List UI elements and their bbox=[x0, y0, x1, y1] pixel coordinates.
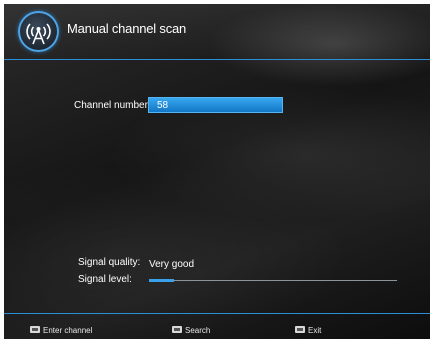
signal-level-bar bbox=[149, 279, 174, 282]
footer-item-search[interactable]: Search bbox=[172, 326, 210, 336]
footer-item-label: Exit bbox=[308, 326, 322, 335]
footer-item-label: Enter channel bbox=[43, 326, 93, 335]
signal-level-label: Signal level: bbox=[78, 274, 132, 285]
channel-number-label: Channel number: bbox=[74, 100, 151, 111]
page-title: Manual channel scan bbox=[67, 21, 187, 36]
signal-quality-value: Very good bbox=[149, 259, 195, 270]
footer-item-enter-channel[interactable]: Enter channel bbox=[30, 326, 92, 336]
signal-level-track bbox=[149, 280, 397, 281]
antenna-broadcast-icon bbox=[18, 11, 59, 52]
ok-key-icon bbox=[172, 326, 182, 334]
keypad-key-icon bbox=[30, 326, 40, 334]
tv-screen: Manual channel scan Channel number: 58 S… bbox=[4, 4, 430, 339]
channel-number-field[interactable]: 58 bbox=[148, 97, 283, 113]
footer-item-exit[interactable]: Exit bbox=[295, 326, 321, 336]
footer-item-label: Search bbox=[185, 326, 211, 335]
header-divider bbox=[4, 59, 430, 60]
footer-divider bbox=[4, 313, 430, 314]
menu-key-icon bbox=[295, 326, 305, 334]
signal-quality-label: Signal quality: bbox=[78, 257, 141, 268]
